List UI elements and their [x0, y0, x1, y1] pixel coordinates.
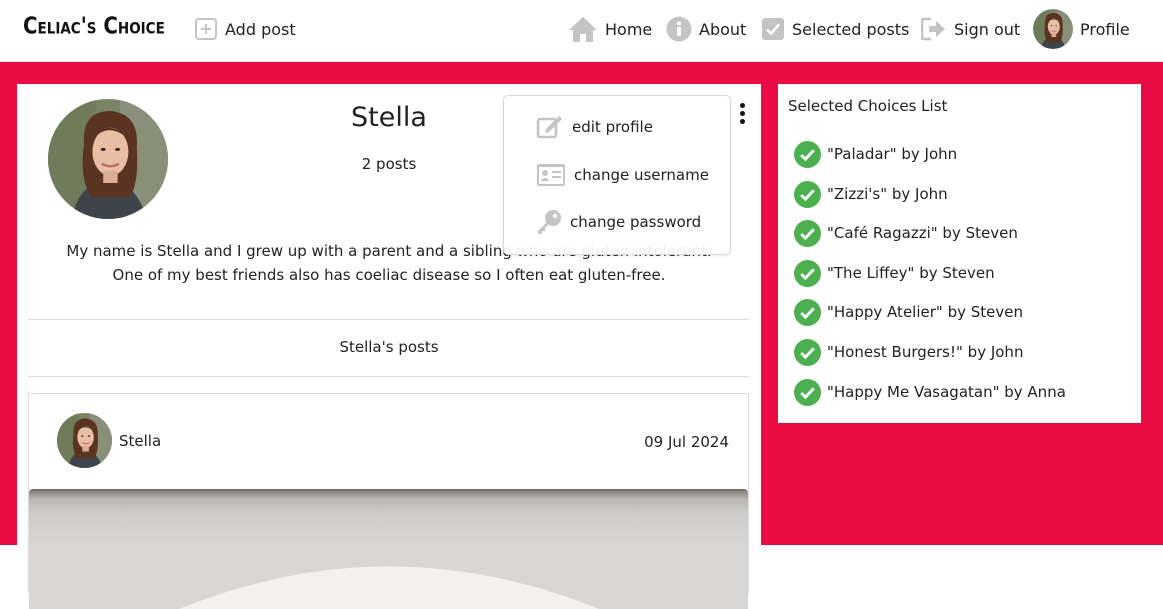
nav-add-post-label: Add post — [225, 19, 296, 39]
posts-heading: Stella's posts — [339, 338, 439, 356]
choice-item[interactable]: "Café Ragazzi" by Steven — [794, 219, 1018, 247]
nav-about-label: About — [699, 19, 747, 39]
nav-home[interactable]: Home — [568, 14, 652, 44]
menu-edit-profile[interactable]: edit profile — [536, 112, 653, 142]
choice-item[interactable]: "The Liffey" by Steven — [794, 259, 995, 287]
check-circle-icon — [794, 338, 821, 366]
nav-sign-out[interactable]: Sign out — [921, 14, 1020, 44]
check-circle-icon — [794, 259, 821, 287]
choice-item[interactable]: "Honest Burgers!" by John — [794, 338, 1023, 366]
navbar: Celiac's Choice Add post Home About Sele… — [0, 0, 1163, 62]
menu-change-username-label: change username — [574, 166, 709, 184]
choice-item[interactable]: "Happy Me Vasagatan" by Anna — [794, 378, 1066, 406]
nav-selected-posts-label: Selected posts — [792, 19, 910, 39]
id-card-icon — [536, 163, 566, 187]
choice-item-label: "Happy Atelier" by Steven — [827, 303, 1023, 321]
menu-change-password-label: change password — [570, 213, 702, 231]
profile-bio-line: One of my best friends also has coeliac … — [112, 266, 666, 284]
choices-title: Selected Choices List — [788, 97, 948, 115]
nav-sign-out-label: Sign out — [954, 19, 1021, 39]
divider — [28, 376, 749, 377]
check-circle-icon — [794, 298, 821, 326]
post-card[interactable]: Stella 09 Jul 2024 — [28, 393, 749, 609]
plus-square-icon — [194, 17, 218, 41]
home-icon — [568, 15, 598, 43]
profile-dropdown-menu: edit profile change username change pass… — [503, 95, 731, 255]
sign-out-icon — [921, 17, 947, 41]
choice-item-label: "Paladar" by John — [827, 145, 958, 163]
post-author-name[interactable]: Stella — [119, 432, 161, 450]
nav-selected-posts[interactable]: Selected posts — [761, 14, 909, 44]
menu-change-password[interactable]: change password — [536, 207, 701, 237]
nav-add-post[interactable]: Add post — [194, 14, 296, 44]
kebab-menu-icon[interactable] — [734, 103, 750, 129]
nav-about[interactable]: About — [666, 14, 746, 44]
post-author-avatar[interactable] — [57, 413, 112, 468]
selected-choices-card: Selected Choices List "Paladar" by John … — [778, 84, 1141, 423]
info-icon — [666, 16, 692, 42]
brand-logo[interactable]: Celiac's Choice — [23, 13, 165, 39]
key-icon — [536, 209, 562, 235]
menu-edit-profile-label: edit profile — [572, 118, 653, 136]
nav-profile-label: Profile — [1080, 19, 1130, 39]
choice-item-label: "Zizzi's" by John — [827, 185, 948, 203]
nav-profile[interactable]: Profile — [1033, 9, 1130, 49]
post-date: 09 Jul 2024 — [644, 433, 729, 451]
menu-change-username[interactable]: change username — [536, 160, 709, 190]
choice-item[interactable]: "Paladar" by John — [794, 140, 957, 168]
divider — [28, 319, 749, 320]
avatar — [1033, 9, 1073, 49]
check-circle-icon — [794, 219, 821, 247]
post-image[interactable] — [29, 489, 748, 609]
edit-icon — [536, 114, 564, 140]
check-circle-icon — [794, 140, 821, 168]
nav-home-label: Home — [605, 19, 653, 39]
choice-item[interactable]: "Happy Atelier" by Steven — [794, 298, 1023, 326]
choice-item-label: "Honest Burgers!" by John — [827, 343, 1024, 361]
check-square-icon — [761, 17, 785, 41]
choice-item-label: "Café Ragazzi" by Steven — [827, 224, 1018, 242]
check-circle-icon — [794, 180, 821, 208]
choice-item-label: "The Liffey" by Steven — [827, 264, 995, 282]
choice-item-label: "Happy Me Vasagatan" by Anna — [827, 383, 1066, 401]
choice-item[interactable]: "Zizzi's" by John — [794, 180, 948, 208]
check-circle-icon — [794, 378, 821, 406]
